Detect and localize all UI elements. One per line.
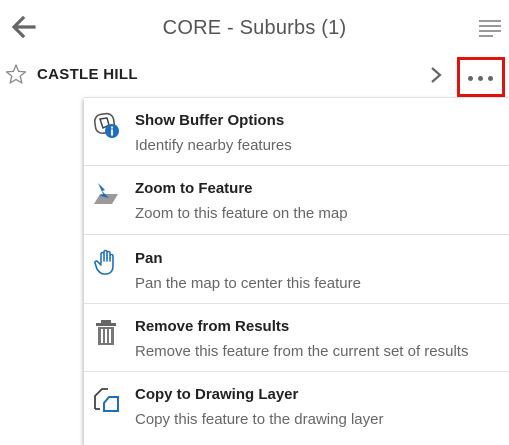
chevron-right-icon[interactable] <box>428 65 444 85</box>
menu-item-label: Show Buffer Options <box>135 112 285 129</box>
list-icon <box>479 20 501 37</box>
menu-item-label: Zoom to Feature <box>135 180 253 197</box>
menu-item-label: Remove from Results <box>135 318 290 335</box>
list-button[interactable] <box>478 18 502 40</box>
page-title: CORE - Suburbs (1) <box>162 17 347 39</box>
menu-item-zoom-to-feature[interactable]: Zoom to Feature Zoom to this feature on … <box>84 167 509 235</box>
menu-item-description: Remove this feature from the current set… <box>135 343 469 360</box>
more-options-button[interactable] <box>457 57 505 97</box>
menu-item-description: Zoom to this feature on the map <box>135 205 348 222</box>
zoom-to-feature-icon <box>94 183 118 204</box>
menu-item-description: Identify nearby features <box>135 137 292 154</box>
context-menu: Show Buffer Options Identify nearby feat… <box>84 97 509 445</box>
menu-item-description: Copy this feature to the drawing layer <box>135 411 384 428</box>
buffer-info-icon <box>93 112 119 138</box>
menu-item-pan[interactable]: Pan Pan the map to center this feature <box>84 236 509 304</box>
menu-item-label: Copy to Drawing Layer <box>135 386 299 403</box>
menu-item-label: Pan <box>135 250 163 267</box>
copy-drawing-icon <box>94 388 119 412</box>
header: CORE - Suburbs (1) <box>0 0 509 56</box>
star-outline-icon[interactable] <box>5 63 27 85</box>
result-row[interactable]: CASTLE HILL <box>0 56 509 96</box>
menu-item-show-buffer-options[interactable]: Show Buffer Options Identify nearby feat… <box>84 98 509 166</box>
divider <box>84 371 509 372</box>
menu-item-description: Pan the map to center this feature <box>135 275 361 292</box>
divider <box>84 234 509 235</box>
menu-item-remove-from-results[interactable]: Remove from Results Remove this feature … <box>84 304 509 372</box>
divider <box>84 165 509 166</box>
menu-item-copy-to-drawing-layer[interactable]: Copy to Drawing Layer Copy this feature … <box>84 373 509 441</box>
trash-icon <box>96 320 116 345</box>
result-name: CASTLE HILL <box>37 66 138 83</box>
pan-hand-icon <box>94 249 114 275</box>
